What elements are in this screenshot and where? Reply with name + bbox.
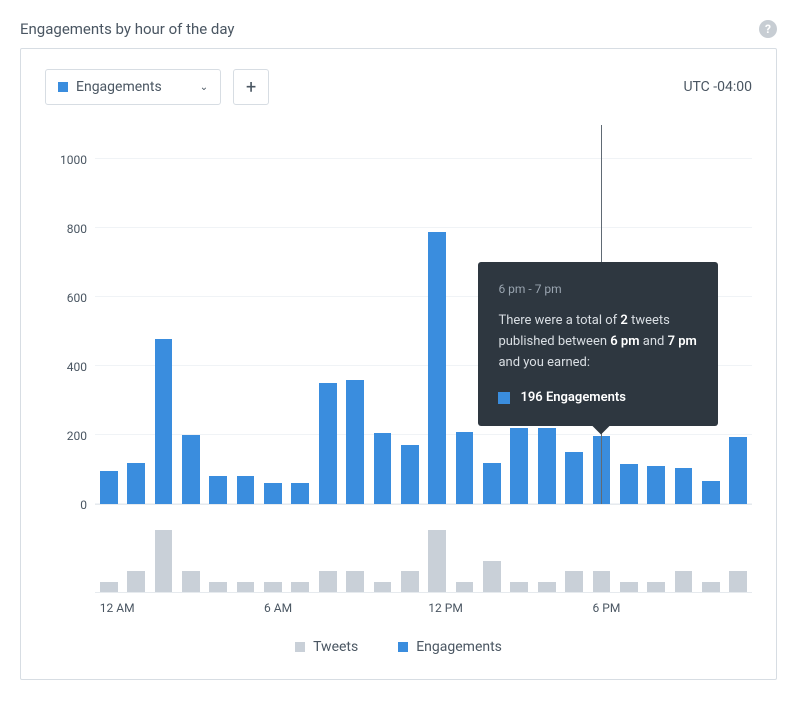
y-tick: 800: [67, 222, 87, 236]
add-metric-button[interactable]: +: [233, 69, 269, 105]
tweet-bar[interactable]: [209, 582, 227, 592]
legend-engagements: Engagements: [398, 639, 502, 655]
engagement-bar[interactable]: [456, 432, 474, 504]
metric-label: Engagements: [76, 79, 162, 95]
tweet-bar[interactable]: [319, 571, 337, 592]
engagement-bar[interactable]: [374, 433, 392, 504]
tweet-bar[interactable]: [729, 571, 747, 592]
tweet-bar[interactable]: [593, 571, 611, 592]
legend-tweets: Tweets: [295, 639, 358, 655]
tweet-bar[interactable]: [702, 582, 720, 592]
engagement-bar[interactable]: [291, 483, 309, 504]
y-tick: 400: [67, 360, 87, 374]
x-tick: 6 PM: [593, 601, 621, 615]
engagement-bar[interactable]: [401, 445, 419, 504]
legend: Tweets Engagements: [45, 639, 752, 655]
tweet-bar[interactable]: [675, 571, 693, 592]
engagement-bar[interactable]: [675, 468, 693, 504]
y-tick: 1000: [60, 153, 87, 167]
tweet-bar[interactable]: [237, 582, 255, 592]
engagement-bar[interactable]: [155, 339, 173, 504]
help-icon[interactable]: ?: [759, 20, 777, 38]
swatch-icon: [398, 642, 408, 652]
tweet-bar[interactable]: [483, 561, 501, 592]
engagement-bar[interactable]: [237, 476, 255, 504]
chart-panel: Engagements ⌄ + UTC -04:00 0 200 400 600 800…: [20, 48, 777, 680]
tooltip-metric: 196 Engagements: [498, 388, 698, 409]
tooltip: 6 pm - 7 pm There were a total of 2 tweet…: [478, 262, 718, 426]
tweet-bar[interactable]: [346, 571, 364, 592]
swatch-icon: [498, 392, 510, 404]
tweet-bar[interactable]: [538, 582, 556, 592]
tweet-bar[interactable]: [510, 582, 528, 592]
engagement-bar[interactable]: [264, 483, 282, 504]
engagement-bar[interactable]: [729, 437, 747, 504]
metric-dropdown[interactable]: Engagements ⌄: [45, 69, 221, 105]
tweet-bar[interactable]: [565, 571, 583, 592]
chevron-down-icon: ⌄: [200, 82, 208, 93]
x-tick: 12 AM: [100, 601, 135, 615]
tweet-bar[interactable]: [100, 582, 118, 592]
plot-area[interactable]: 6 pm - 7 pm There were a total of 2 tweet…: [95, 125, 752, 505]
tweet-bar[interactable]: [401, 571, 419, 592]
lower-plot-area[interactable]: [95, 523, 752, 593]
engagement-bar[interactable]: [647, 466, 665, 504]
engagement-bar[interactable]: [182, 435, 200, 504]
tooltip-title: 6 pm - 7 pm: [498, 280, 698, 299]
tweet-bar[interactable]: [428, 530, 446, 592]
engagement-bar[interactable]: [483, 463, 501, 504]
tooltip-body: There were a total of 2 tweets published…: [498, 311, 698, 373]
tweet-bar[interactable]: [456, 582, 474, 592]
engagement-bar[interactable]: [565, 452, 583, 504]
tweet-bar[interactable]: [155, 530, 173, 592]
engagement-bar[interactable]: [127, 463, 145, 504]
tweet-bar[interactable]: [620, 582, 638, 592]
engagement-bar[interactable]: [620, 464, 638, 504]
tweet-bar[interactable]: [291, 582, 309, 592]
y-tick: 0: [80, 498, 87, 512]
engagement-bar[interactable]: [100, 471, 118, 504]
x-tick: 6 AM: [264, 601, 292, 615]
tweet-bar[interactable]: [127, 571, 145, 592]
engagement-bar[interactable]: [319, 383, 337, 504]
engagement-bar[interactable]: [346, 380, 364, 504]
x-axis: 12 AM 6 AM 12 PM 6 PM: [95, 601, 752, 619]
tweet-bar[interactable]: [374, 582, 392, 592]
tweet-bar[interactable]: [647, 582, 665, 592]
timezone-label: UTC -04:00: [683, 79, 752, 95]
y-tick: 600: [67, 291, 87, 305]
page-title: Engagements by hour of the day: [20, 20, 235, 38]
engagement-bar[interactable]: [428, 232, 446, 504]
engagement-bar[interactable]: [209, 476, 227, 504]
engagement-bar[interactable]: [510, 428, 528, 504]
engagement-bar[interactable]: [702, 481, 720, 504]
swatch-icon: [295, 642, 305, 652]
tweet-bar[interactable]: [264, 582, 282, 592]
tweet-bar[interactable]: [182, 571, 200, 592]
metric-swatch-icon: [58, 82, 68, 92]
tweets-bar-chart[interactable]: [45, 523, 752, 593]
y-tick: 200: [67, 429, 87, 443]
y-axis: 02004006008001000: [45, 125, 95, 505]
engagements-bar-chart[interactable]: 02004006008001000 6 pm - 7 pmThere were …: [45, 125, 752, 505]
x-tick: 12 PM: [428, 601, 463, 615]
engagement-bar[interactable]: [538, 428, 556, 504]
